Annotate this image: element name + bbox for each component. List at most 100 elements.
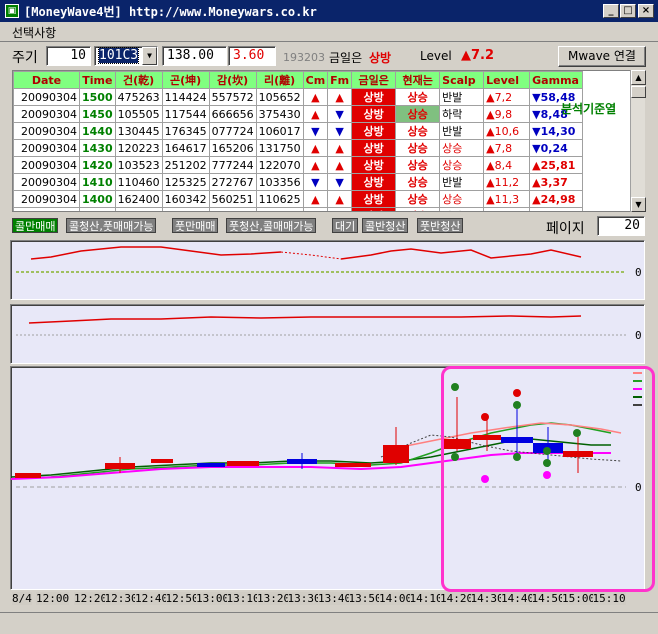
cell-c1: 660416 — [114, 207, 163, 211]
table-header-row: Date Time 건(乾) 곤(坤) 감(坎) 리(離) Cm Fm 금일은 … — [13, 71, 584, 89]
tab-put-only[interactable]: 풋만매매 — [172, 218, 219, 233]
title-bar[interactable]: ▣ [MoneyWave4번] http://www.Moneywars.co.… — [0, 0, 658, 22]
time-tick: 14:30 — [470, 592, 504, 605]
tab-wait[interactable]: 대기 — [332, 218, 359, 233]
maximize-button[interactable]: □ — [620, 4, 636, 18]
col-gon[interactable]: 곤(坤) — [161, 71, 210, 89]
table-row[interactable]: 20090304 1440 130445 176345 077724 106017 ▼ ▼ 상방… — [13, 122, 584, 140]
cell-lv: ▲11,2 — [483, 173, 531, 191]
cell-c3: 777244 — [208, 156, 257, 174]
cell-c4: 106017 — [255, 122, 304, 140]
cell-c1: 120223 — [114, 139, 163, 157]
cell-gg: 상방 — [351, 105, 397, 123]
cell-c4: 375430 — [255, 105, 304, 123]
table-row[interactable]: 20090304 1450 105505 117544 666656 375430 ▲ ▼ 상방… — [13, 105, 584, 123]
indicator-line-1a — [30, 246, 282, 260]
cell-date: 20090304 — [13, 190, 80, 208]
col-now[interactable]: 현재는 — [395, 71, 441, 89]
table-row[interactable]: 20090304 1420 103523 251202 777244 122070 ▲ ▲ 상방… — [13, 156, 584, 174]
col-gam[interactable]: 감(坎) — [208, 71, 257, 89]
page-input[interactable]: 20 — [597, 216, 645, 236]
col-level[interactable]: Level — [483, 71, 531, 89]
code-select[interactable]: 101C3 ▼ — [94, 46, 158, 66]
indicator-line-1c — [340, 248, 582, 260]
cell-gg: 상방 — [351, 88, 397, 106]
time-tick: 12:30 — [104, 592, 138, 605]
cell-gg: 상방 — [351, 156, 397, 174]
toolbar: 주기 10 101C3 ▼ 138.00 3.60 193203 금일은 상방 … — [0, 42, 658, 68]
scroll-up-icon[interactable]: ▲ — [631, 70, 646, 85]
cell-sc: 상승 — [439, 156, 485, 174]
cell-date: 20090304 — [13, 88, 80, 106]
panel1-zero: 0 — [635, 266, 642, 279]
cell-fm: ▼ — [327, 105, 353, 123]
minimize-button[interactable]: _ — [603, 4, 619, 18]
cell-cm: ▲ — [302, 105, 329, 123]
cell-c4: 110625 — [255, 190, 304, 208]
cell-fm: ▼ — [327, 173, 353, 191]
today-value: 상방 — [369, 51, 392, 65]
close-button[interactable]: × — [638, 4, 654, 18]
change-field: 3.60 — [228, 46, 276, 66]
cell-fm: ▼ — [327, 122, 353, 140]
table-row[interactable]: 200903041350660416363536342246162233▼▼상방… — [13, 207, 584, 211]
tab-put-half-clear[interactable]: 풋반청산 — [417, 218, 464, 233]
candle — [335, 463, 371, 467]
col-cm[interactable]: Cm — [302, 71, 329, 89]
tab-call-clear-put-ok[interactable]: 콜청산,풋매매가능 — [66, 218, 157, 233]
col-scalp[interactable]: Scalp — [439, 71, 485, 89]
tab-call-only[interactable]: 콜만매매 — [12, 218, 59, 233]
cell-lv: ▲8,4 — [483, 156, 531, 174]
cell-date: 20090304 — [13, 139, 80, 157]
cell-c4: 131750 — [255, 139, 304, 157]
time-tick: 14:10 — [409, 592, 443, 605]
tab-call-half-clear[interactable]: 콜반청산 — [362, 218, 409, 233]
cell-gm: ▼14,30 — [529, 122, 584, 140]
cell-c3: 165206 — [208, 139, 257, 157]
col-date[interactable]: Date — [13, 71, 80, 89]
cell-hj: 상승 — [395, 207, 441, 211]
cell-hj: 상승 — [395, 88, 441, 106]
cell-c2: 114424 — [161, 88, 210, 106]
cell-gm: ▼10,44 — [529, 207, 584, 211]
data-table: Date Time 건(乾) 곤(坤) 감(坎) 리(離) Cm Fm 금일은 … — [13, 71, 584, 211]
table-row[interactable]: 20090304 1500 475263 114424 557572 105652 ▲ ▲ 상방… — [13, 88, 584, 106]
chevron-down-icon[interactable]: ▼ — [142, 47, 157, 65]
time-tick: 15:00 — [562, 592, 596, 605]
table-row[interactable]: 20090304 1410 110460 125325 272767 103356 ▼ ▼ 상방… — [13, 173, 584, 191]
col-fm[interactable]: Fm — [327, 71, 353, 89]
tab-put-clear-call-ok[interactable]: 풋청산,콜매매가능 — [226, 218, 317, 233]
cell-gg: 상방 — [351, 122, 397, 140]
cell-date: 20090304 — [13, 105, 80, 123]
cell-c2: 176345 — [161, 122, 210, 140]
code-value: 101C3 — [97, 47, 140, 64]
table-row[interactable]: 20090304 1400 162400 160342 560251 110625 ▲ ▲ 상방… — [13, 190, 584, 208]
cell-c2: 251202 — [161, 156, 210, 174]
time-tick: 12:00 — [36, 592, 70, 605]
scroll-thumb[interactable] — [631, 86, 646, 98]
period-input[interactable]: 10 — [46, 46, 91, 66]
cell-gm: ▲3,37 — [529, 173, 584, 191]
col-gamma[interactable]: Gamma — [529, 71, 584, 89]
time-tick: 13:00 — [196, 592, 230, 605]
col-ri[interactable]: 리(離) — [255, 71, 304, 89]
menu-item-options[interactable]: 선택사항 — [12, 24, 56, 41]
grid-scrollbar[interactable]: ▲ ▼ — [630, 70, 646, 212]
cell-cm: ▲ — [302, 139, 329, 157]
mwave-connect-button[interactable]: Mwave 연결 — [558, 46, 646, 67]
cell-c3: 272767 — [208, 173, 257, 191]
cell-c1: 110460 — [114, 173, 163, 191]
cell-c3: 666656 — [208, 105, 257, 123]
indicator-chart-2: 0 — [16, 315, 642, 342]
table-row[interactable]: 20090304 1430 120223 164617 165206 131750 ▲ ▲ 상방… — [13, 139, 584, 157]
col-geon[interactable]: 건(乾) — [114, 71, 163, 89]
col-time[interactable]: Time — [79, 71, 116, 89]
time-tick: 15:10 — [592, 592, 626, 605]
cell-gg: 상방 — [351, 207, 397, 211]
cell-sc: 상승 — [439, 190, 485, 208]
cell-lv: ▲6,7 — [483, 207, 531, 211]
cell-lv: ▲10,6 — [483, 122, 531, 140]
cell-sc: 반발 — [439, 88, 485, 106]
col-today[interactable]: 금일은 — [351, 71, 397, 89]
scroll-down-icon[interactable]: ▼ — [631, 197, 646, 212]
